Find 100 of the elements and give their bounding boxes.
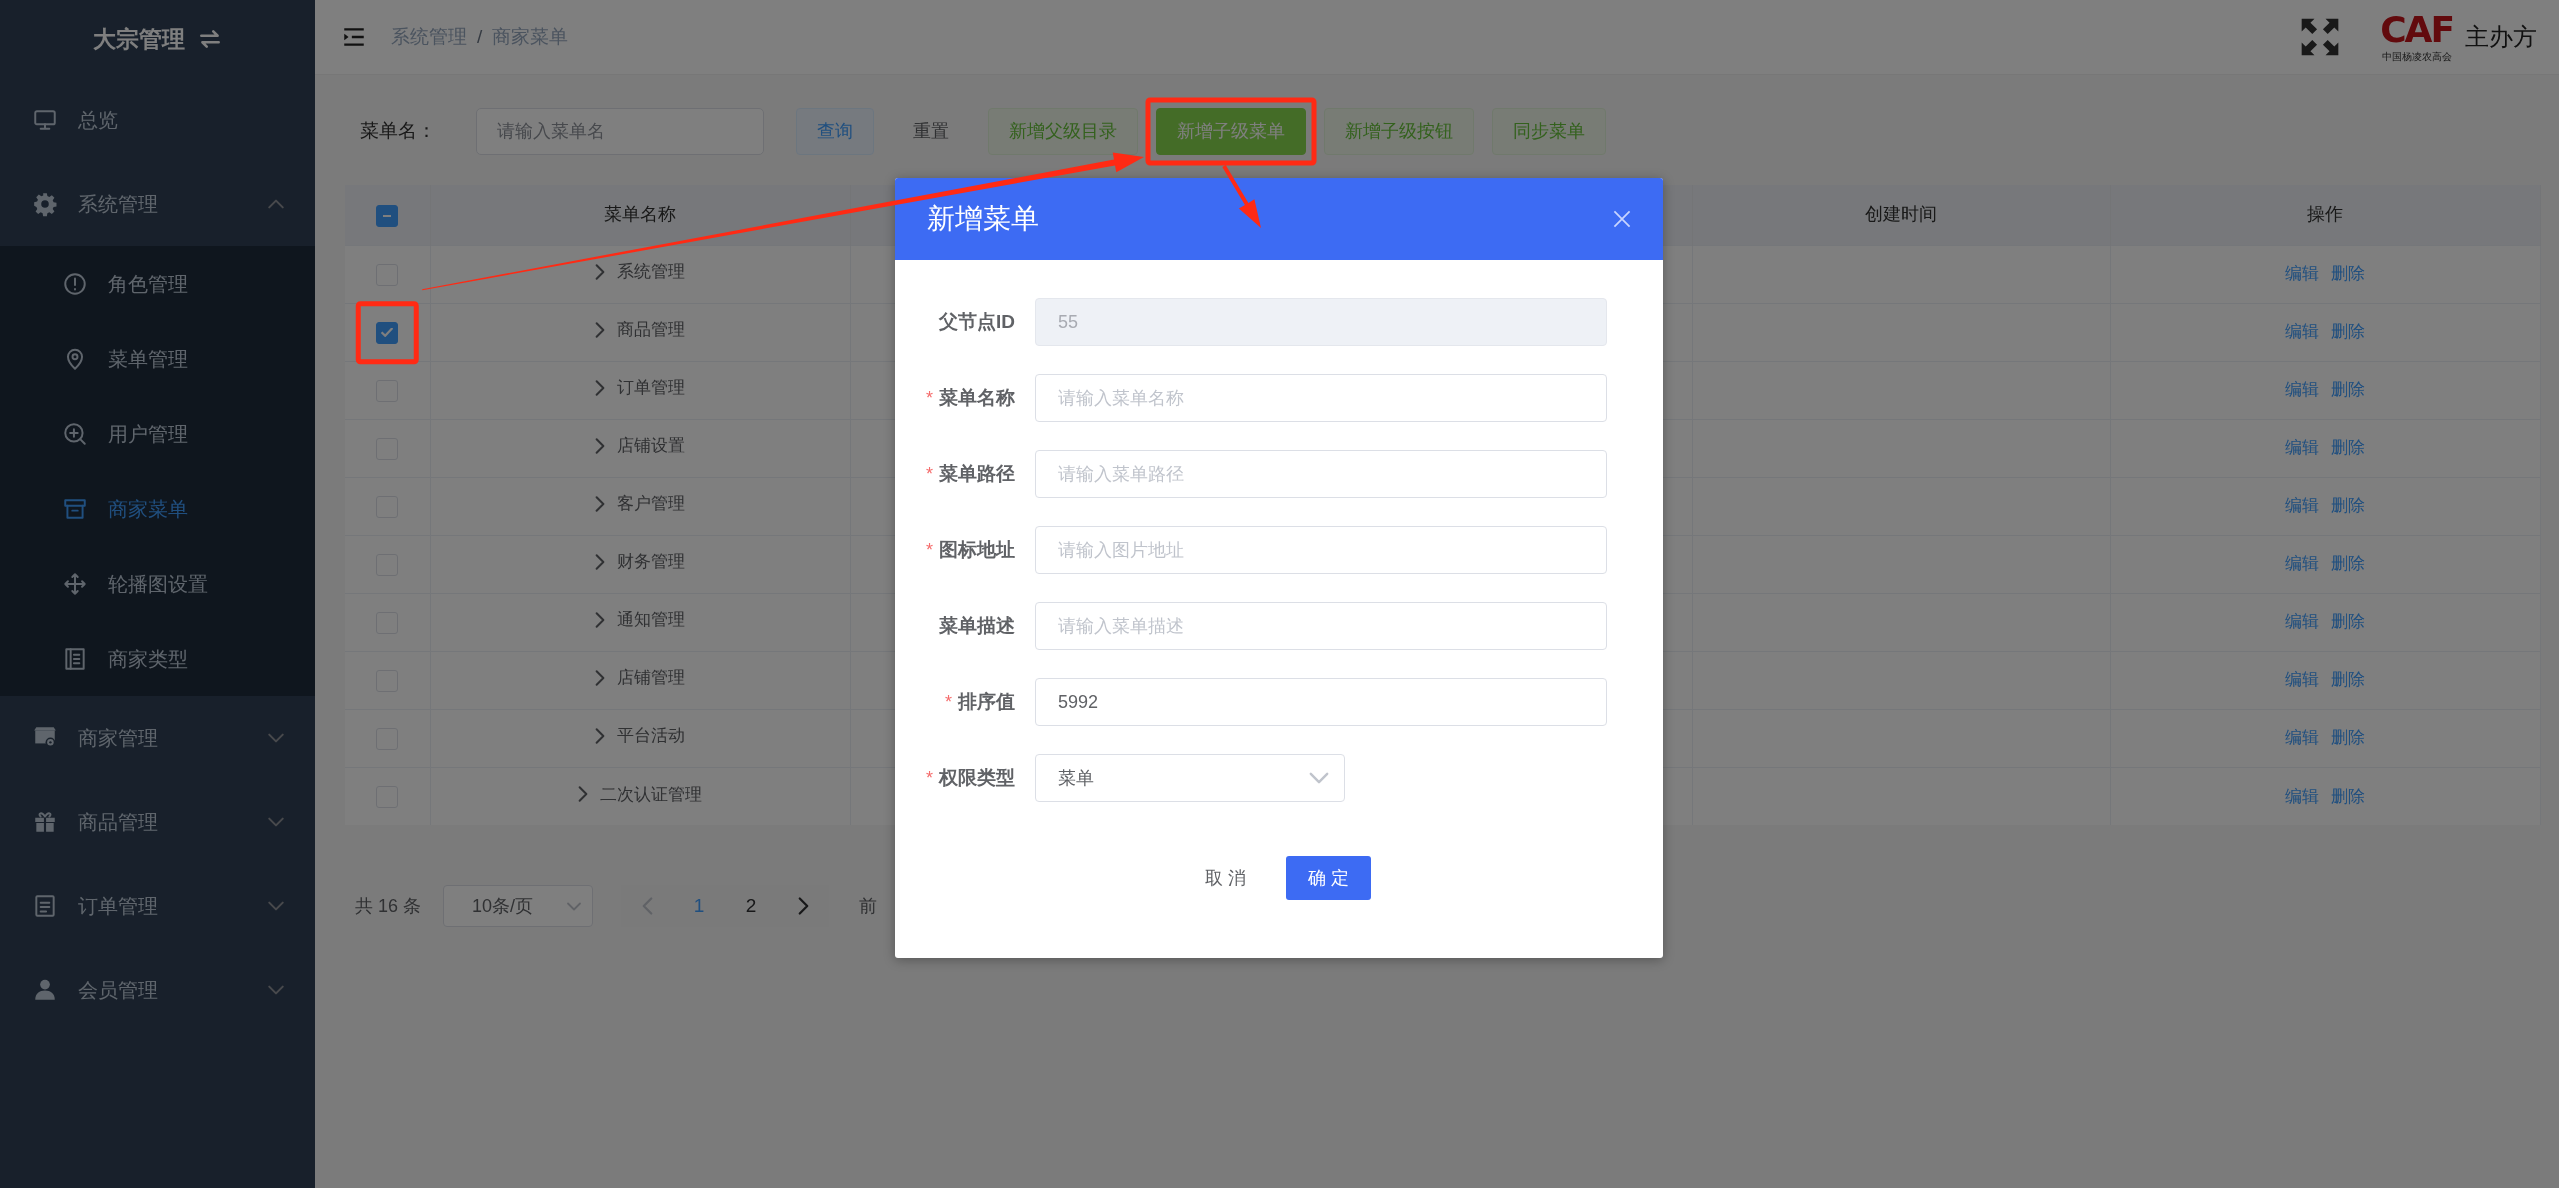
logo-subtitle: 中国杨凌农高会 (2381, 52, 2452, 62)
annotation-arrow (1222, 165, 1261, 228)
jump-label: 前 (859, 894, 878, 918)
action-link[interactable]: 编辑 (2285, 728, 2319, 748)
chevron-right-icon[interactable] (595, 553, 605, 572)
action-link[interactable]: 删除 (2331, 670, 2365, 690)
sidebar-item[interactable]: 会员管理 (0, 948, 315, 1032)
field-label: 菜单路径 (939, 461, 1015, 486)
sidebar-item[interactable]: 系统管理 (0, 162, 315, 246)
menu-name: 二次认证管理 (600, 783, 702, 806)
sidebar-item[interactable]: 商家菜单 (0, 471, 315, 546)
action-link[interactable]: 编辑 (2285, 380, 2319, 400)
chevron-right-icon[interactable] (595, 495, 605, 514)
chevron-right-icon[interactable] (595, 727, 605, 746)
chevron-right-icon[interactable] (595, 321, 605, 340)
filter-label: 菜单名： (360, 119, 436, 144)
field-label: 父节点ID (939, 309, 1015, 334)
column-header: 操作 (2110, 185, 2540, 245)
total-count: 共 16 条 (355, 894, 422, 918)
sidebar-item[interactable]: 订单管理 (0, 864, 315, 948)
checkbox[interactable] (376, 321, 399, 344)
toolbar-button[interactable]: 查询 (796, 108, 874, 155)
monitor-icon (32, 107, 58, 133)
chevron-right-icon (797, 896, 809, 916)
input-field[interactable]: 请输入菜单描述 (1035, 602, 1607, 650)
menu-name: 财务管理 (617, 551, 685, 574)
action-link[interactable]: 删除 (2331, 380, 2365, 400)
action-link[interactable]: 编辑 (2285, 322, 2319, 342)
action-link[interactable]: 删除 (2331, 496, 2365, 516)
action-link[interactable]: 删除 (2331, 322, 2365, 342)
action-link[interactable]: 删除 (2331, 728, 2365, 748)
confirm-button[interactable]: 确 定 (1286, 856, 1371, 900)
column-header: 创建时间 (1692, 185, 2110, 245)
checkbox[interactable] (376, 204, 399, 227)
logo-text: CAF (2380, 12, 2453, 48)
chevron-right-icon[interactable] (595, 669, 605, 688)
action-link[interactable]: 删除 (2331, 554, 2365, 574)
sidebar-item[interactable]: 角色管理 (0, 246, 315, 321)
sidebar-title: 大宗管理 (92, 24, 185, 54)
action-link[interactable]: 删除 (2331, 438, 2365, 458)
sidebar-item[interactable]: 用户管理 (0, 396, 315, 471)
menu-name: 客户管理 (617, 493, 685, 516)
input-field[interactable]: 请输入菜单路径 (1035, 450, 1607, 498)
action-link[interactable]: 编辑 (2285, 554, 2319, 574)
dropdown-field[interactable]: 菜单 (1035, 754, 1345, 802)
toolbar-button[interactable]: 新增子级菜单 (1156, 108, 1306, 155)
move-icon (62, 570, 88, 597)
exclamation-circle-icon (62, 270, 88, 297)
sidebar-item[interactable]: 总览 (0, 78, 315, 162)
toolbar-button[interactable]: 新增子级按钮 (1324, 108, 1474, 155)
chevron-right-icon[interactable] (578, 785, 588, 804)
menu-name: 平台活动 (617, 725, 685, 748)
toolbar-button[interactable]: 同步菜单 (1492, 108, 1606, 155)
column-header: 菜单名称 (430, 185, 850, 245)
action-link[interactable]: 编辑 (2285, 438, 2319, 458)
menu-name: 通知管理 (617, 609, 685, 632)
field-label: 权限类型 (939, 765, 1015, 790)
sidebar-item[interactable]: 轮播图设置 (0, 546, 315, 621)
input-field[interactable]: 5992 (1035, 678, 1607, 726)
toolbar-button[interactable]: 新增父级目录 (988, 108, 1138, 155)
search-field[interactable]: 请输入菜单名 (476, 108, 764, 155)
zoom-in-icon (62, 420, 88, 447)
page-size-select[interactable]: 10条/页 (443, 885, 594, 927)
dialog-title: 新增菜单 (927, 202, 1039, 236)
input-field[interactable]: 请输入图片地址 (1035, 526, 1607, 574)
chevron-right-icon[interactable] (595, 379, 605, 398)
action-link[interactable]: 编辑 (2285, 496, 2319, 516)
chevron-right-icon[interactable] (595, 611, 605, 630)
sidebar-item[interactable]: 商品管理 (0, 780, 315, 864)
required-mark: * (926, 766, 933, 790)
required-mark: * (926, 386, 933, 410)
required-mark: * (926, 462, 933, 486)
action-link[interactable]: 编辑 (2285, 264, 2319, 284)
field-label: 图标地址 (939, 537, 1015, 562)
menu-name: 店铺设置 (617, 435, 685, 458)
chevron-right-icon[interactable] (595, 437, 605, 456)
input-field[interactable]: 请输入菜单名称 (1035, 374, 1607, 422)
chevron-right-icon[interactable] (595, 263, 605, 282)
action-link[interactable]: 删除 (2331, 612, 2365, 632)
gear-icon (32, 191, 58, 217)
check-icon (381, 328, 394, 338)
action-link[interactable]: 删除 (2331, 264, 2365, 284)
field-label: 菜单描述 (939, 613, 1015, 638)
sidebar-item[interactable]: 商家管理 (0, 696, 315, 780)
field-label: 排序值 (958, 689, 1015, 714)
menu-name: 商品管理 (617, 319, 685, 342)
menu-name: 店铺管理 (617, 667, 685, 690)
user-icon (32, 977, 58, 1003)
chevron-left-icon (641, 896, 653, 916)
chevron-down-icon (566, 901, 583, 911)
chevron-down-icon (1308, 772, 1330, 784)
sidebar-item[interactable]: 商家类型 (0, 621, 315, 696)
sidebar-item[interactable]: 菜单管理 (0, 321, 315, 396)
minus-icon (382, 214, 393, 217)
action-link[interactable]: 编辑 (2285, 670, 2319, 690)
action-link[interactable]: 编辑 (2285, 786, 2319, 806)
action-link[interactable]: 编辑 (2285, 612, 2319, 632)
gift-icon (32, 809, 58, 835)
required-mark: * (945, 690, 952, 714)
action-link[interactable]: 删除 (2331, 786, 2365, 806)
